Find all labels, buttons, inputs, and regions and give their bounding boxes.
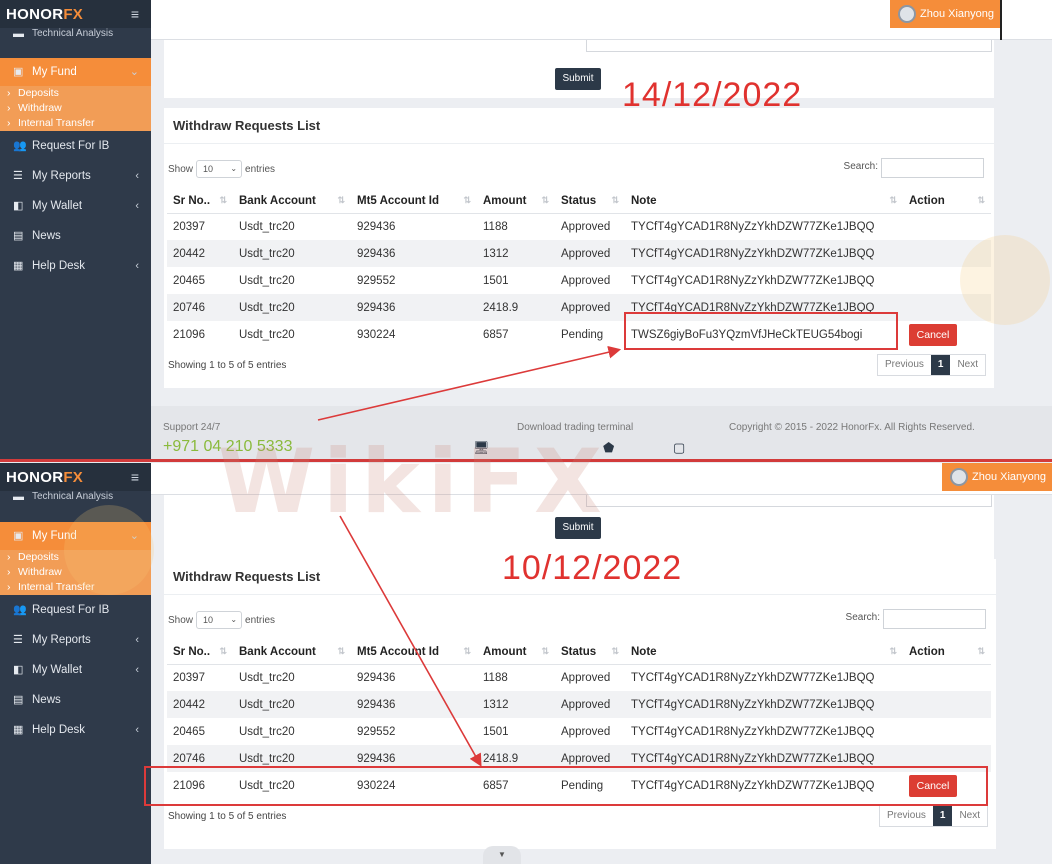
annotation-arrows xyxy=(317,345,622,767)
arrow-to-top-note xyxy=(317,345,622,421)
arrow-to-bottom-row xyxy=(339,515,482,767)
